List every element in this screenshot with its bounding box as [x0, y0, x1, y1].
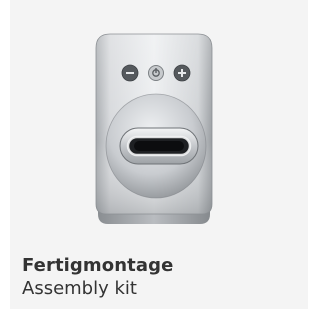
- plus-icon: [173, 64, 191, 82]
- minus-icon: [121, 64, 139, 82]
- product-subtitle: Assembly kit: [22, 278, 137, 299]
- product-image: [84, 28, 224, 228]
- product-card[interactable]: Fertigmontage Assembly kit: [0, 0, 308, 311]
- handle-lock-escutcheon-image: [95, 33, 213, 224]
- power-icon: [148, 65, 164, 81]
- product-title: Fertigmontage: [22, 255, 174, 276]
